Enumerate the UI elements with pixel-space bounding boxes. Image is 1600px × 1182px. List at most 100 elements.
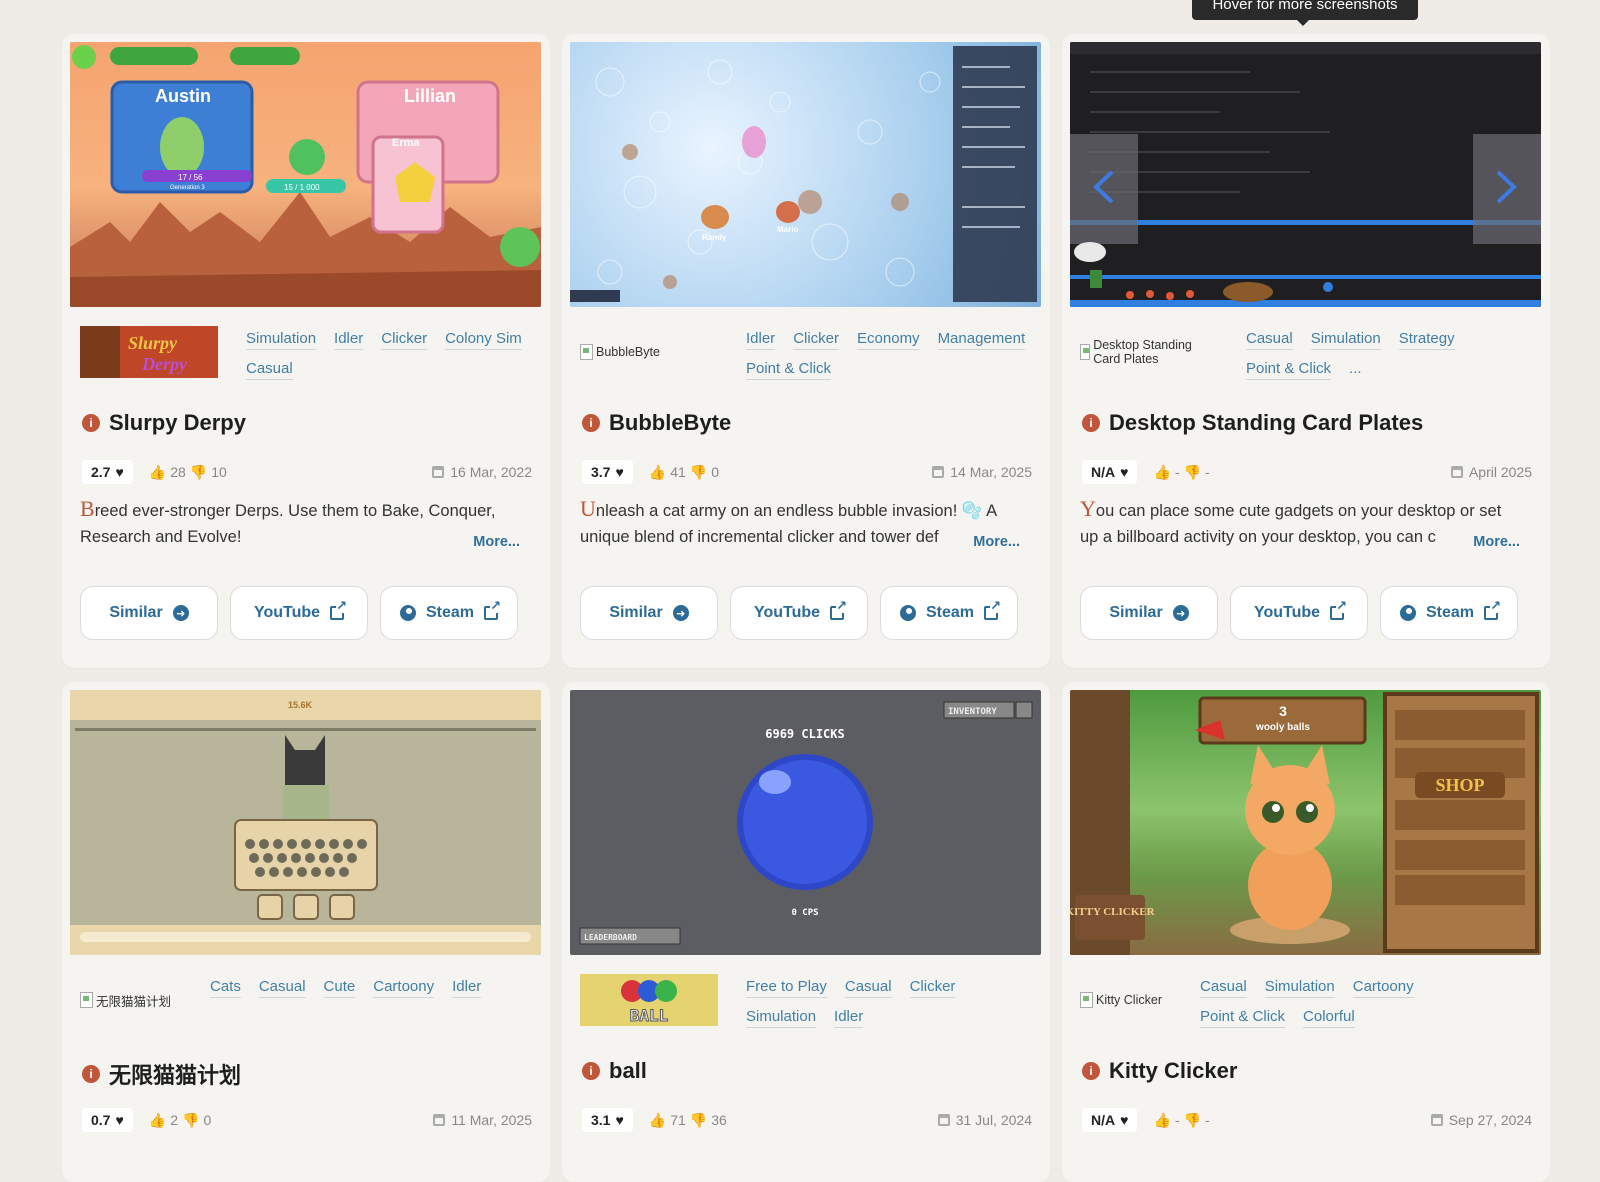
shot-label-mario: Mario (777, 225, 798, 234)
shot-label-cps: 0 CPS (791, 908, 818, 918)
dislike-count: - (1204, 1112, 1210, 1128)
broken-image-icon (80, 992, 93, 1008)
tag[interactable]: Simulation (1310, 330, 1381, 350)
broken-image-icon (1080, 344, 1091, 360)
like-count: 28 (170, 464, 186, 480)
game-logo: BALL (580, 974, 718, 1026)
heart-icon: ♥ (1120, 1112, 1129, 1128)
shot-label-inventory: INVENTORY (948, 707, 997, 717)
info-icon[interactable]: i (582, 1062, 600, 1080)
game-title-text[interactable]: 无限猫猫计划 (109, 1058, 241, 1090)
game-title[interactable]: i 无限猫猫计划 (82, 1058, 241, 1090)
game-description: You can place some cute gadgets on your … (1080, 496, 1502, 546)
more-tags-ellipsis[interactable]: ... (1349, 360, 1362, 380)
steam-button[interactable]: Steam (380, 586, 518, 640)
dislike-count: 10 (211, 464, 227, 480)
game-stats: 3.1 ♥ 👍 71 👎 36 31 Jul, 2024 (582, 1106, 1032, 1134)
game-title-text[interactable]: Slurpy Derpy (109, 410, 246, 436)
game-screenshot[interactable]: 3 wooly balls SHOP KITTY CLICKER (1070, 690, 1541, 955)
game-logo: Desktop Standing Card Plates (1080, 326, 1218, 378)
info-icon[interactable]: i (82, 1065, 100, 1083)
tag[interactable]: Simulation (246, 330, 317, 350)
game-screenshot[interactable]: Randy Mario (570, 42, 1041, 307)
thumbs-up-icon: 👍 (648, 1111, 667, 1128)
tag[interactable]: Cats (210, 978, 241, 998)
tag[interactable]: Colorful (1303, 1008, 1355, 1028)
tag[interactable]: Clicker (381, 330, 428, 350)
game-title[interactable]: i Kitty Clicker (1082, 1058, 1237, 1084)
game-screenshot[interactable] (1070, 42, 1541, 307)
thumbs-up-icon: 👍 (648, 463, 667, 480)
tag[interactable]: Idler (834, 1008, 864, 1028)
info-icon[interactable]: i (82, 414, 100, 432)
game-title-text[interactable]: BubbleByte (609, 410, 731, 436)
heart-icon: ♥ (1120, 464, 1129, 480)
tag[interactable]: Cute (323, 978, 356, 998)
similar-button[interactable]: Similar ➜ (80, 586, 218, 640)
tag[interactable]: Point & Click (1246, 360, 1332, 380)
tag[interactable]: Idler (334, 330, 364, 350)
game-screenshot[interactable]: Austin Lillian Erma 17 / 56 Generation 3… (70, 42, 541, 307)
tag[interactable]: Point & Click (1200, 1008, 1286, 1028)
external-link-icon (330, 599, 348, 620)
svg-text:Derpy: Derpy (141, 354, 188, 374)
game-title[interactable]: i Desktop Standing Card Plates (1082, 410, 1423, 436)
youtube-button[interactable]: YouTube (730, 586, 868, 640)
more-link[interactable]: More... (467, 534, 520, 550)
tag[interactable]: Idler (746, 330, 776, 350)
action-buttons: Similar➜ YouTube Steam (580, 586, 1018, 640)
steam-icon (1399, 605, 1416, 621)
tag[interactable]: Casual (258, 978, 306, 998)
game-logo: Slurpy Derpy (80, 326, 218, 378)
similar-button[interactable]: Similar ➜ (1080, 586, 1218, 640)
heart-icon: ♥ (615, 464, 624, 480)
game-title-text[interactable]: Kitty Clicker (1109, 1058, 1237, 1084)
game-title[interactable]: i BubbleByte (582, 410, 731, 436)
info-icon[interactable]: i (1082, 414, 1100, 432)
tag-list: Casual Simulation Strategy Point & Click… (1246, 330, 1536, 380)
release-date: 31 Jul, 2024 (937, 1112, 1032, 1128)
tag[interactable]: Casual (246, 360, 293, 380)
thumbs-up-icon: 👍 (148, 1111, 167, 1128)
steam-button[interactable]: Steam (880, 586, 1018, 640)
game-title-text[interactable]: Desktop Standing Card Plates (1109, 410, 1423, 436)
external-link-icon (484, 599, 502, 620)
tag[interactable]: Clicker (909, 978, 956, 998)
tag[interactable]: Management (937, 330, 1026, 350)
steam-icon (399, 605, 416, 621)
game-title[interactable]: i ball (582, 1058, 647, 1084)
more-link[interactable]: More... (1467, 534, 1520, 550)
tag[interactable]: Cartoony (373, 978, 435, 998)
youtube-button[interactable]: YouTube (1230, 586, 1368, 640)
game-screenshot[interactable]: INVENTORY 6969 CLICKS 0 CPS LEADERBOARD (570, 690, 1041, 955)
calendar-icon (937, 1114, 950, 1126)
thumbs-down-icon: 👎 (182, 1111, 200, 1128)
info-icon[interactable]: i (1082, 1062, 1100, 1080)
game-title-text[interactable]: ball (609, 1058, 647, 1084)
more-link[interactable]: More... (967, 534, 1020, 550)
info-icon[interactable]: i (582, 414, 600, 432)
similar-button[interactable]: Similar ➜ (580, 586, 718, 640)
thumbs-up-icon: 👍 (148, 463, 167, 480)
game-logo: Kitty Clicker (1080, 974, 1218, 1026)
tag[interactable]: Clicker (793, 330, 840, 350)
tag[interactable]: Idler (452, 978, 482, 998)
tag[interactable]: Strategy (1398, 330, 1455, 350)
game-screenshot[interactable]: 15.6K (70, 690, 541, 955)
steam-button[interactable]: Steam (1380, 586, 1518, 640)
game-card: Desktop Standing Card Plates Casual Simu… (1062, 34, 1550, 668)
tag[interactable]: Simulation (746, 1008, 817, 1028)
dislike-count: - (1204, 464, 1210, 480)
game-card: 15.6K 无限猫猫计划 Cats Casual Cute Cartoony I… (62, 682, 550, 1182)
tag[interactable]: Casual (1246, 330, 1293, 350)
tag[interactable]: Casual (1200, 978, 1247, 998)
tag[interactable]: Free to Play (746, 978, 827, 998)
tag[interactable]: Point & Click (746, 360, 832, 380)
tag[interactable]: Cartoony (1352, 978, 1414, 998)
game-title[interactable]: i Slurpy Derpy (82, 410, 246, 436)
tag[interactable]: Casual (844, 978, 892, 998)
youtube-button[interactable]: YouTube (230, 586, 368, 640)
tag[interactable]: Colony Sim (445, 330, 522, 350)
tag[interactable]: Simulation (1264, 978, 1335, 998)
tag[interactable]: Economy (857, 330, 920, 350)
